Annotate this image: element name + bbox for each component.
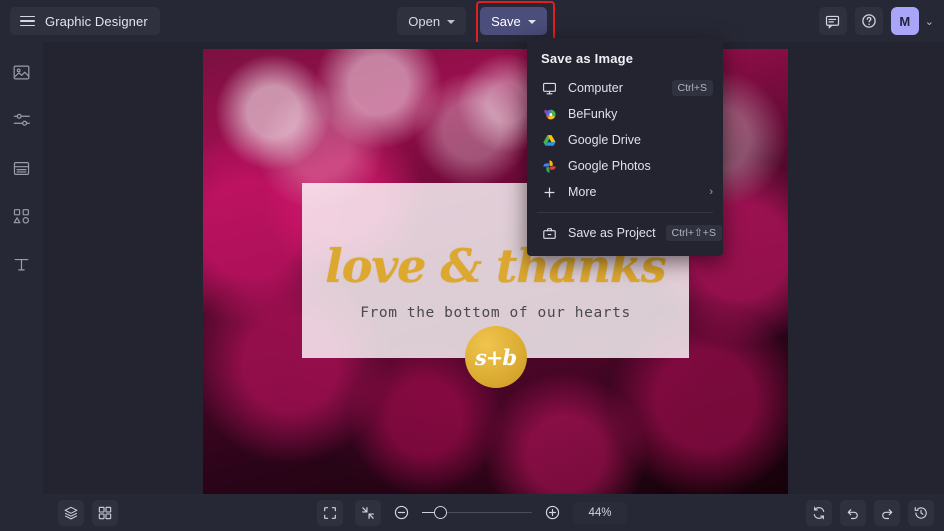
chevron-right-icon: › bbox=[709, 186, 713, 198]
app-root: Graphic Designer Open Save bbox=[0, 0, 944, 531]
chat-icon[interactable] bbox=[819, 7, 847, 35]
sidebar-item-text[interactable] bbox=[7, 250, 37, 278]
save-button-wrap: Save bbox=[480, 7, 547, 35]
befunky-icon bbox=[541, 106, 558, 123]
layers-icon[interactable] bbox=[58, 500, 84, 526]
hamburger-icon bbox=[20, 16, 35, 27]
reset-icon[interactable] bbox=[806, 500, 832, 526]
fit-screen-icon[interactable] bbox=[317, 500, 343, 526]
zoom-out-icon[interactable] bbox=[393, 504, 410, 521]
menu-item-label: Google Drive bbox=[568, 133, 713, 147]
undo-icon[interactable] bbox=[840, 500, 866, 526]
menu-item-more[interactable]: More › bbox=[527, 179, 723, 205]
bottom-toolbar-left bbox=[58, 500, 118, 526]
sidebar-item-graphics[interactable] bbox=[7, 202, 37, 230]
menu-item-shortcut: Ctrl+⇧+S bbox=[666, 225, 722, 241]
sidebar-item-templates[interactable] bbox=[7, 154, 37, 182]
bottom-toolbar-right bbox=[806, 500, 934, 526]
menu-item-computer[interactable]: Computer Ctrl+S bbox=[527, 75, 723, 101]
menu-item-google-drive[interactable]: Google Drive bbox=[527, 127, 723, 153]
top-toolbar: Graphic Designer Open Save bbox=[0, 0, 944, 42]
menu-item-label: BeFunky bbox=[568, 107, 713, 121]
menu-item-shortcut: Ctrl+S bbox=[672, 80, 713, 96]
canvas-stage: love & thanks From the bottom of our hea… bbox=[43, 42, 944, 494]
avatar-chevron-down-icon[interactable]: ⌄ bbox=[925, 15, 934, 28]
menu-item-label: Google Photos bbox=[568, 159, 713, 173]
google-photos-icon bbox=[541, 158, 558, 175]
bottom-toolbar: 44% bbox=[0, 494, 944, 531]
save-button[interactable]: Save bbox=[480, 7, 547, 35]
briefcase-icon bbox=[541, 225, 558, 242]
sidebar-item-edit[interactable] bbox=[7, 106, 37, 134]
sidebar-item-image[interactable] bbox=[7, 58, 37, 86]
app-menu-button[interactable]: Graphic Designer bbox=[10, 7, 160, 35]
menu-item-label: Save as Project bbox=[568, 226, 656, 240]
zoom-slider[interactable] bbox=[422, 506, 532, 520]
save-menu-title: Save as Image bbox=[527, 46, 723, 75]
menu-item-save-as-project[interactable]: Save as Project Ctrl+⇧+S bbox=[527, 220, 723, 246]
menu-item-label: Computer bbox=[568, 81, 662, 95]
shrink-icon[interactable] bbox=[355, 500, 381, 526]
history-icon[interactable] bbox=[908, 500, 934, 526]
save-dropdown-menu: Save as Image Computer Ctrl+S bbox=[527, 38, 723, 256]
chevron-down-icon bbox=[528, 20, 536, 24]
help-icon[interactable] bbox=[855, 7, 883, 35]
zoom-in-icon[interactable] bbox=[544, 504, 561, 521]
app-title: Graphic Designer bbox=[45, 14, 148, 29]
zoom-slider-knob[interactable] bbox=[434, 506, 447, 519]
monogram-badge[interactable]: s+b bbox=[465, 326, 527, 388]
open-button[interactable]: Open bbox=[397, 7, 466, 35]
left-sidebar bbox=[0, 42, 43, 531]
chevron-down-icon bbox=[447, 20, 455, 24]
menu-item-google-photos[interactable]: Google Photos bbox=[527, 153, 723, 179]
bottom-toolbar-center: 44% bbox=[0, 500, 944, 526]
top-toolbar-right: M ⌄ bbox=[819, 0, 934, 42]
subline-text[interactable]: From the bottom of our hearts bbox=[360, 305, 631, 321]
menu-item-befunky[interactable]: BeFunky bbox=[527, 101, 723, 127]
avatar[interactable]: M bbox=[891, 7, 919, 35]
save-button-label: Save bbox=[491, 14, 521, 29]
menu-item-label: More bbox=[568, 185, 699, 199]
open-button-wrap: Open bbox=[397, 7, 466, 35]
plus-icon bbox=[541, 184, 558, 201]
zoom-level-value[interactable]: 44% bbox=[573, 502, 627, 524]
menu-divider bbox=[537, 212, 713, 213]
open-button-label: Open bbox=[408, 14, 440, 29]
google-drive-icon bbox=[541, 132, 558, 149]
redo-icon[interactable] bbox=[874, 500, 900, 526]
grid-icon[interactable] bbox=[92, 500, 118, 526]
monitor-icon bbox=[541, 80, 558, 97]
